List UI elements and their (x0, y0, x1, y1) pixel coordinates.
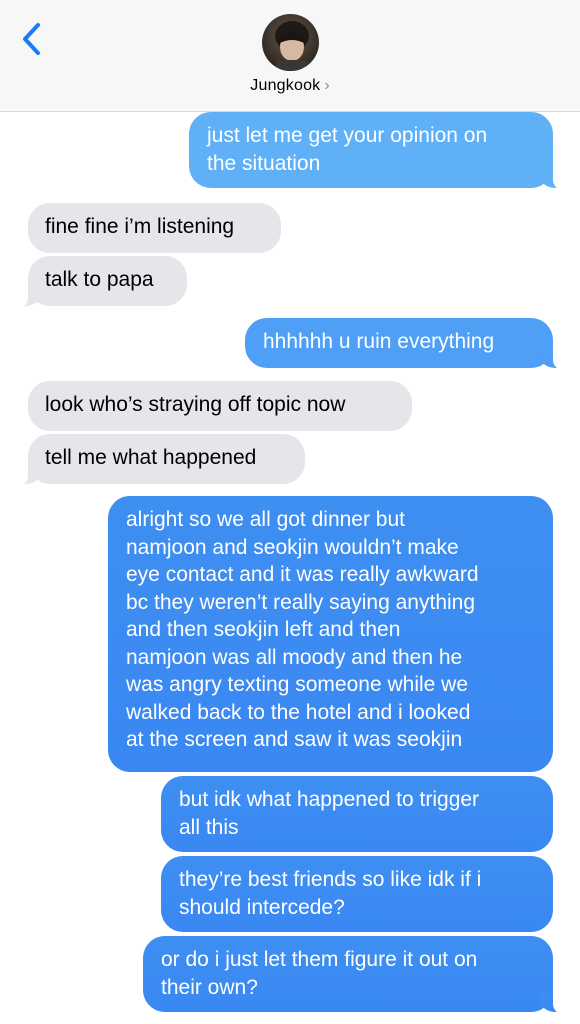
sent-message-bubble[interactable]: just let me get your opinion on the situ… (189, 112, 579, 190)
message-text: bc they weren’t really saying anything (126, 590, 476, 614)
avatar-photo-icon (262, 14, 319, 71)
sent-message-bubble[interactable]: alright so we all got dinner but namjoon… (108, 496, 553, 772)
message-text: hhhhhh u ruin everything (263, 330, 495, 353)
message-text: walked back to the hotel and i looked (126, 700, 471, 724)
message-text: alright so we all got dinner but (126, 508, 405, 531)
message-text: was angry texting someone while we (126, 673, 469, 696)
message-text: or do i just let them figure it out on (161, 948, 478, 971)
sent-message-bubble[interactable]: hhhhhh u ruin everything (245, 318, 579, 370)
sent-message-bubble[interactable]: or do i just let them figure it out on t… (143, 936, 579, 1014)
message-text: but idk what happened to trigger (179, 788, 480, 811)
message-text: should intercede? (179, 895, 345, 919)
message-text: eye contact and it was really awkward (126, 563, 479, 586)
received-message-bubble[interactable]: fine fine i’m listening (28, 203, 281, 253)
message-text: tell me what happened (45, 446, 257, 469)
messages-screen: Jungkook › just let me get your opinion o… (0, 0, 580, 1024)
message-text: all this (179, 815, 239, 839)
message-text: and then seokjin left and then (126, 618, 401, 641)
received-message-bubble[interactable]: talk to papa (2, 256, 187, 308)
received-message-bubble[interactable]: look who’s straying off topic now (28, 381, 412, 431)
chevron-left-icon (23, 23, 40, 55)
conversation-header: Jungkook › (0, 0, 580, 112)
message-text: namjoon and seokjin wouldn’t make (126, 535, 459, 559)
message-text: fine fine i’m listening (45, 215, 235, 238)
contact-name: Jungkook (250, 77, 321, 94)
received-message-bubble[interactable]: tell me what happened (2, 434, 305, 486)
message-text: just let me get your opinion on (207, 124, 488, 147)
message-text: namjoon was all moody and then he (126, 645, 463, 669)
back-button[interactable] (16, 20, 50, 58)
sent-message-bubble[interactable]: but idk what happened to trigger all thi… (161, 776, 553, 852)
message-text: their own? (161, 975, 258, 999)
message-text: the situation (207, 151, 321, 175)
message-text: at the screen and saw it was seokjin (126, 728, 463, 751)
message-text: look who’s straying off topic now (45, 393, 346, 416)
contact-name-button[interactable]: Jungkook › (0, 77, 580, 95)
sent-message-bubble[interactable]: they’re best friends so like idk if i sh… (161, 856, 553, 932)
message-text: talk to papa (45, 268, 154, 291)
message-text: they’re best friends so like idk if i (179, 868, 482, 891)
chevron-right-icon: › (324, 77, 330, 94)
contact-avatar[interactable] (262, 14, 319, 71)
